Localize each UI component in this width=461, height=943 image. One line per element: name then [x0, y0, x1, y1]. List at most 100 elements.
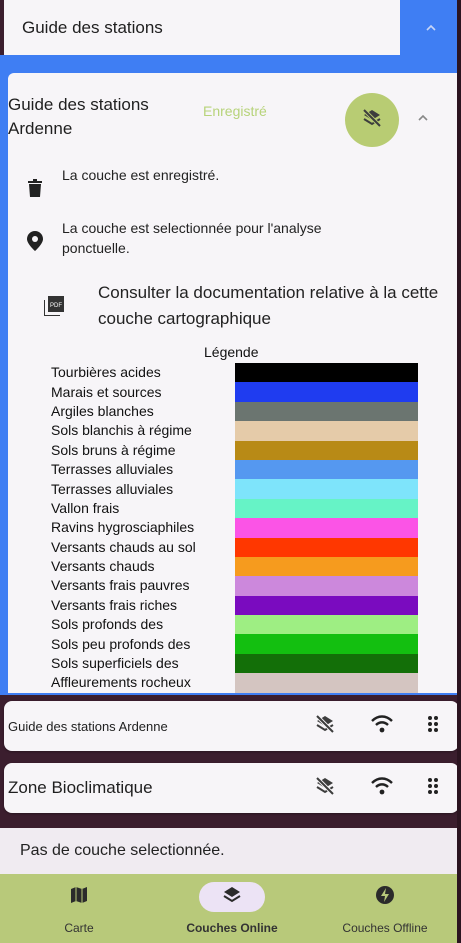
layers-off-icon[interactable]: [313, 774, 337, 803]
scrollbar-track: [457, 0, 461, 943]
legend-swatch: [235, 673, 418, 693]
layer-card-name: Guide des stations Ardenne: [8, 718, 168, 734]
legend-swatch: [235, 518, 418, 538]
legend-swatch: [235, 556, 418, 577]
section-header-guide-des-stations[interactable]: Guide des stations: [4, 0, 400, 55]
nav-item-couches-offline[interactable]: Couches Offline: [310, 874, 460, 943]
legend-label: Terrasses alluviales: [51, 480, 174, 497]
legend-swatch: [235, 440, 418, 460]
layer-detail-panel: Guide des stations Ardenne Enregistré La…: [8, 73, 461, 693]
section-title: Guide des stations: [22, 17, 163, 37]
legend-row: Versants chauds au sol: [51, 537, 431, 557]
layer-title: Guide des stations Ardenne: [8, 95, 149, 138]
legend-swatch: [235, 401, 418, 422]
documentation-link-text: Consulter la documentation relative à la…: [98, 283, 439, 328]
info-selected-text: La couche est selectionnée pour l'analys…: [62, 220, 322, 256]
pdf-icon: PDF: [44, 296, 64, 316]
legend-label: Ravins hygrosciaphiles: [51, 519, 195, 536]
wifi-icon[interactable]: [371, 776, 393, 800]
legend-title: Légende: [204, 344, 259, 360]
saved-status-label: Enregistré: [203, 103, 267, 119]
legend-swatch: [235, 459, 418, 480]
legend-row: Sols blanchis à régime: [51, 421, 431, 441]
legend-row: Terrasses alluviales: [51, 479, 431, 499]
layer-card-name: Zone Bioclimatique: [8, 778, 153, 797]
nav-item-carte[interactable]: Carte: [4, 874, 154, 943]
legend-swatch: [235, 363, 418, 383]
nav-pill-active: [199, 882, 265, 912]
app-root: Guide des stations Guide des stations Ar…: [0, 0, 461, 943]
legend-swatch: [235, 537, 418, 557]
layer-detail-header[interactable]: Guide des stations Ardenne Enregistré: [8, 93, 461, 147]
legend-label: Vallon frais: [51, 499, 120, 516]
drag-handle-icon[interactable]: [427, 715, 439, 738]
legend-label: Versants frais riches: [51, 596, 178, 613]
legend-row: Sols peu profonds des: [51, 634, 431, 654]
legend-row: Marais et sources: [51, 382, 431, 402]
chevron-up-icon: [424, 21, 438, 35]
map-icon: [70, 886, 88, 909]
bottom-navigation: Carte Couches Online Couches Offline: [0, 874, 461, 943]
legend-label: Sols profonds des: [51, 616, 164, 633]
legend-label: Sols bruns à régime: [51, 441, 176, 458]
legend-swatch: [235, 479, 418, 499]
layer-card-guide-stations[interactable]: Guide des stations Ardenne: [4, 701, 459, 751]
legend: Tourbières acides Marais et sources Argile…: [51, 363, 431, 693]
nav-pill: [352, 882, 418, 912]
legend-row: Affleurements rocheux: [51, 673, 431, 693]
wifi-icon[interactable]: [371, 714, 393, 738]
legend-row: Tourbières acides: [51, 363, 431, 383]
legend-label: Sols blanchis à régime: [51, 422, 192, 439]
legend-row: Argiles blanches: [51, 401, 431, 422]
layer-card-zone-bioclimatique[interactable]: Zone Bioclimatique: [4, 763, 459, 813]
legend-row: Versants frais riches: [51, 595, 431, 616]
info-saved-text: La couche est enregistré.: [62, 167, 220, 183]
legend-row: Vallon frais: [51, 498, 431, 519]
layers-off-icon: [360, 106, 384, 135]
layer-card-actions: [313, 763, 439, 813]
legend-swatch: [235, 498, 418, 519]
legend-label: Versants chauds au sol: [51, 538, 196, 555]
legend-label: Sols superficiels des: [51, 655, 179, 672]
nav-item-couches-online[interactable]: Couches Online: [157, 874, 307, 943]
chevron-up-icon[interactable]: [416, 111, 430, 130]
legend-swatch: [235, 615, 418, 635]
legend-label: Marais et sources: [51, 383, 162, 400]
layers-icon: [222, 885, 242, 910]
nav-label: Couches Offline: [342, 921, 428, 935]
legend-swatch: [235, 382, 418, 402]
legend-label: Argiles blanches: [51, 402, 154, 419]
legend-row: Terrasses alluviales: [51, 459, 431, 480]
legend-row: Versants frais pauvres: [51, 576, 431, 596]
drag-handle-icon[interactable]: [427, 777, 439, 800]
collapse-section-button[interactable]: [400, 0, 461, 55]
layers-off-icon[interactable]: [313, 712, 337, 741]
selection-status-text: Pas de couche selectionnée.: [20, 842, 225, 859]
legend-swatch: [235, 595, 418, 616]
legend-swatch: [235, 421, 418, 441]
legend-swatch: [235, 576, 418, 596]
legend-label: Versants frais pauvres: [51, 577, 190, 594]
nav-pill: [46, 882, 112, 912]
layer-card-actions: [313, 701, 439, 751]
legend-row: Sols bruns à régime: [51, 440, 431, 460]
offline-toggle-button[interactable]: [345, 93, 399, 147]
legend-row: Sols profonds des: [51, 615, 431, 635]
legend-row: Sols superficiels des: [51, 653, 431, 674]
legend-label: Sols peu profonds des: [51, 635, 191, 652]
legend-label: Versants chauds: [51, 558, 155, 575]
trash-icon[interactable]: [26, 179, 44, 197]
nav-label: Carte: [64, 921, 94, 935]
location-pin-icon: [26, 231, 44, 251]
nav-label: Couches Online: [186, 921, 278, 935]
legend-swatch: [235, 653, 418, 674]
legend-label: Affleurements rocheux: [51, 674, 191, 691]
legend-label: Tourbières acides: [51, 364, 161, 381]
flash-icon: [375, 885, 395, 910]
legend-row: Versants chauds: [51, 556, 431, 577]
svg-text:PDF: PDF: [50, 303, 62, 309]
selection-status-bar: Pas de couche selectionnée.: [0, 828, 461, 874]
legend-swatch: [235, 634, 418, 654]
legend-row: Ravins hygrosciaphiles: [51, 518, 431, 538]
legend-label: Terrasses alluviales: [51, 461, 174, 478]
